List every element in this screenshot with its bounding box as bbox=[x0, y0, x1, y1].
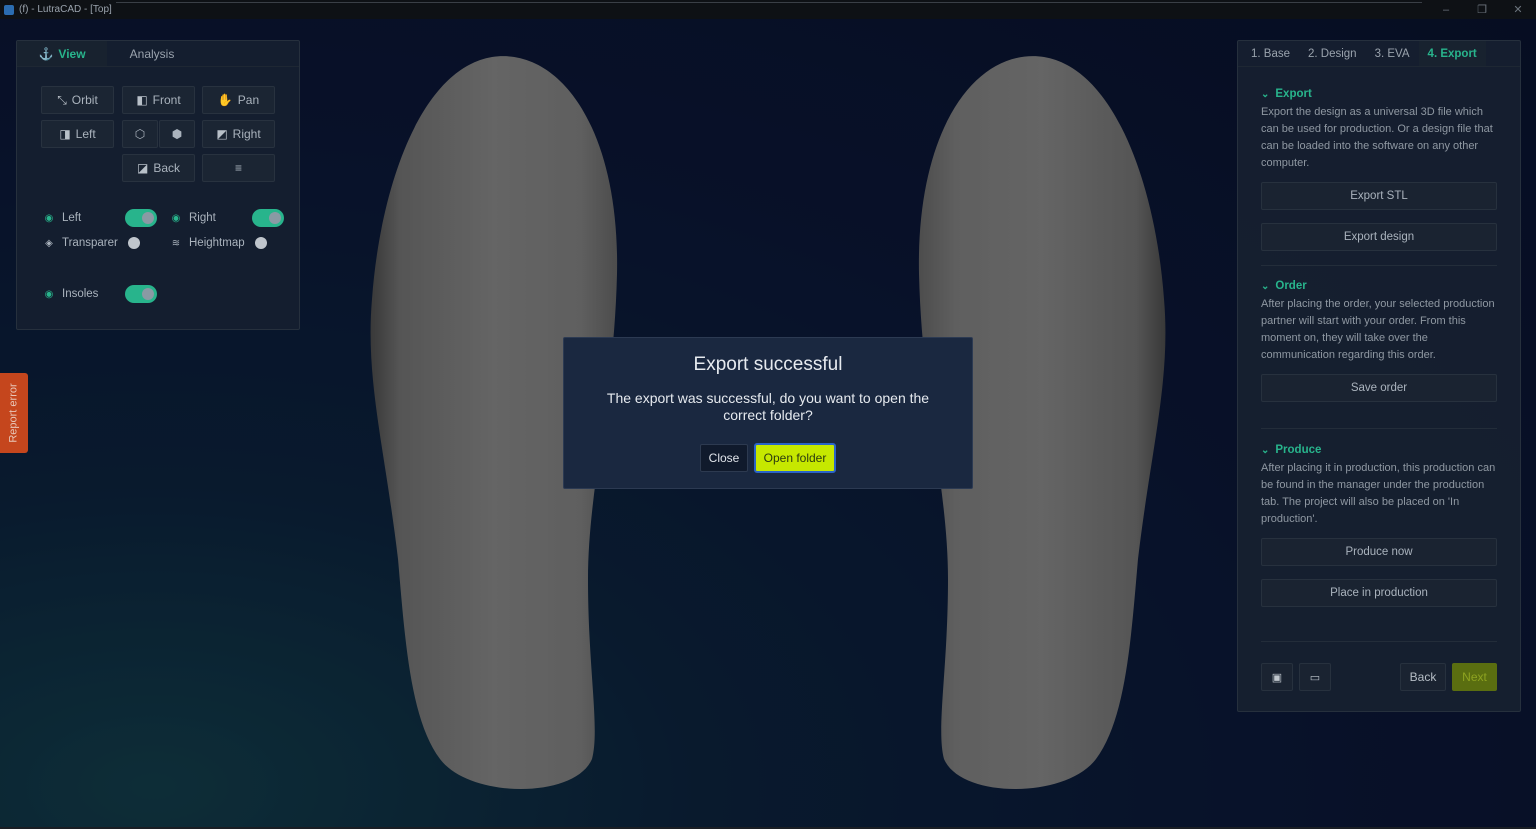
heightmap-toggle-switch[interactable] bbox=[252, 234, 284, 252]
view-panel: ⚓ View Analysis ⤡ Orbit ◧ Front ✋ Pan ◨ Left… bbox=[16, 40, 300, 330]
export-section-header[interactable]: ⌄ Export bbox=[1261, 87, 1497, 101]
cube-left-icon: ◨ bbox=[59, 127, 71, 141]
tab-eva[interactable]: 3. EVA bbox=[1366, 41, 1419, 66]
left-view-button[interactable]: ◨ Left bbox=[41, 120, 114, 148]
hand-icon: ✋ bbox=[217, 93, 233, 107]
toggle-heightmap-row: ≋ Heightmap bbox=[171, 237, 245, 249]
front-view-button[interactable]: ◧ Front bbox=[122, 86, 195, 114]
cube-front-icon: ◧ bbox=[136, 93, 148, 107]
eye-icon: ◉ bbox=[171, 212, 181, 224]
order-section-header[interactable]: ⌄ Order bbox=[1261, 279, 1497, 293]
layers-icon: ≡ bbox=[234, 161, 242, 175]
top-view-button[interactable]: ⬡ bbox=[122, 120, 158, 148]
report-error-button[interactable]: Report error bbox=[0, 373, 28, 453]
eye-icon: ◉ bbox=[44, 288, 54, 300]
tab-analysis[interactable]: Analysis bbox=[107, 41, 197, 66]
section-divider bbox=[1261, 265, 1497, 266]
order-section: ⌄ Order After placing the order, your se… bbox=[1261, 279, 1497, 364]
section-view-button[interactable]: ≡ bbox=[202, 154, 275, 182]
export-success-dialog: Export successful The export was success… bbox=[563, 337, 973, 489]
open-folder-button[interactable]: ▭ bbox=[1299, 663, 1331, 691]
tab-design[interactable]: 2. Design bbox=[1299, 41, 1366, 66]
open-folder-confirm-button[interactable]: Open folder bbox=[754, 443, 836, 473]
produce-section-header[interactable]: ⌄ Produce bbox=[1261, 443, 1497, 457]
right-toggle-switch[interactable] bbox=[252, 209, 284, 227]
window-title: (f) - LutraCAD - [Top] bbox=[19, 4, 112, 15]
eye-icon: ◉ bbox=[44, 212, 54, 224]
bottom-view-button[interactable]: ⬢ bbox=[159, 120, 195, 148]
export-stl-button[interactable]: Export STL bbox=[1261, 182, 1497, 210]
back-view-button[interactable]: ◪ Back bbox=[122, 154, 195, 182]
minimize-icon[interactable]: – bbox=[1428, 0, 1464, 19]
window-controls: – ❐ ✕ bbox=[1428, 0, 1536, 19]
chevron-down-icon: ⌄ bbox=[1261, 88, 1270, 100]
save-button[interactable]: ▣ bbox=[1261, 663, 1293, 691]
toggle-insoles-row: ◉ Insoles bbox=[44, 288, 99, 300]
dialog-title: Export successful bbox=[693, 354, 843, 375]
cube-bottom-icon: ⬢ bbox=[171, 127, 183, 141]
toggle-right-row: ◉ Right bbox=[171, 212, 216, 224]
produce-section: ⌄ Produce After placing it in production… bbox=[1261, 443, 1497, 528]
pan-button[interactable]: ✋ Pan bbox=[202, 86, 275, 114]
close-button[interactable]: Close bbox=[700, 444, 748, 472]
anchor-icon: ⚓ bbox=[38, 46, 54, 61]
close-icon[interactable]: ✕ bbox=[1500, 0, 1536, 19]
title-bar: (f) - LutraCAD - [Top] – ❐ ✕ bbox=[0, 0, 1536, 19]
toggle-left-row: ◉ Left bbox=[44, 212, 82, 224]
export-description: Export the design as a universal 3D file… bbox=[1261, 106, 1493, 169]
heightmap-icon: ≋ bbox=[171, 237, 181, 249]
workflow-tabs: 1. Base 2. Design 3. EVA 4. Export bbox=[1238, 41, 1520, 67]
orbit-icon: ⤡ bbox=[57, 92, 67, 107]
floppy-disk-icon: ▣ bbox=[1271, 671, 1283, 684]
save-order-button[interactable]: Save order bbox=[1261, 374, 1497, 402]
view-panel-tabs: ⚓ View Analysis bbox=[17, 41, 299, 67]
section-divider bbox=[1261, 428, 1497, 429]
insoles-toggle-switch[interactable] bbox=[125, 285, 157, 303]
restore-icon[interactable]: ❐ bbox=[1464, 0, 1500, 19]
workflow-panel: 1. Base 2. Design 3. EVA 4. Export ⌄ Exp… bbox=[1237, 40, 1521, 712]
orbit-button[interactable]: ⤡ Orbit bbox=[41, 86, 114, 114]
export-section: ⌄ Export Export the design as a universa… bbox=[1261, 87, 1497, 172]
cube-back-icon: ◪ bbox=[136, 161, 149, 175]
right-view-button[interactable]: ◩ Right bbox=[202, 120, 275, 148]
dialog-buttons: Close Open folder bbox=[564, 443, 972, 473]
chevron-down-icon: ⌄ bbox=[1261, 444, 1270, 456]
paint-bucket-icon: ◈ bbox=[45, 237, 53, 249]
section-divider bbox=[1261, 641, 1497, 642]
cube-top-icon: ⬡ bbox=[134, 127, 146, 141]
order-description: After placing the order, your selected p… bbox=[1261, 298, 1495, 361]
produce-now-button[interactable]: Produce now bbox=[1261, 538, 1497, 566]
next-button[interactable]: Next bbox=[1452, 663, 1497, 691]
left-toggle-switch[interactable] bbox=[125, 209, 157, 227]
folder-icon: ▭ bbox=[1309, 671, 1321, 684]
title-bar-divider bbox=[116, 2, 1422, 3]
toggle-transparent-row: ◈ Transparer bbox=[43, 237, 118, 249]
export-design-button[interactable]: Export design bbox=[1261, 223, 1497, 251]
transparent-toggle-switch[interactable] bbox=[125, 234, 157, 252]
tab-view[interactable]: ⚓ View bbox=[17, 41, 107, 66]
chevron-down-icon: ⌄ bbox=[1261, 280, 1270, 292]
cube-right-icon: ◩ bbox=[216, 127, 228, 141]
produce-description: After placing it in production, this pro… bbox=[1261, 462, 1496, 525]
tab-export[interactable]: 4. Export bbox=[1418, 41, 1486, 66]
app-logo-icon bbox=[4, 4, 14, 15]
tab-base[interactable]: 1. Base bbox=[1242, 41, 1299, 66]
dialog-message: The export was successful, do you want t… bbox=[606, 390, 930, 423]
back-button[interactable]: Back bbox=[1400, 663, 1446, 691]
place-in-production-button[interactable]: Place in production bbox=[1261, 579, 1497, 607]
